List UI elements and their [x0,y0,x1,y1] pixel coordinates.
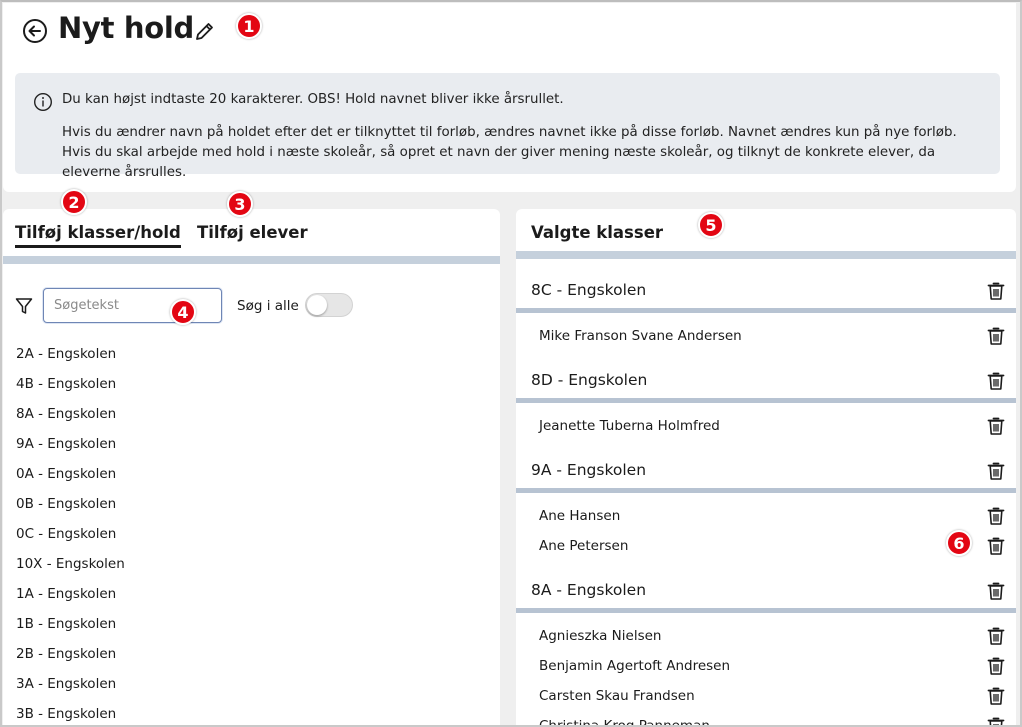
search-input[interactable] [43,288,222,323]
student-row: Christina Krog Panneman [516,711,1016,727]
panel-separator [3,256,500,264]
group-name: 8D - Engskolen [531,371,648,389]
info-text-limit: Du kan højst indtaste 20 karakterer. OBS… [62,92,564,107]
search-all-label: Søg i alle [237,298,299,314]
tab-add-students[interactable]: Tilføj elever [197,223,308,245]
callout-badge-5: 5 [698,212,724,238]
class-list-item[interactable]: 9A - Engskolen [16,429,125,459]
trash-icon[interactable] [987,416,1005,436]
trash-icon[interactable] [987,281,1005,301]
student-name: Jeanette Tuberna Holmfred [539,418,720,434]
student-row: Mike Franson Svane Andersen [516,321,1016,351]
selected-panel: Valgte klasser 8C - Engskolen Mike Franso… [516,209,1016,727]
group-header: 8A - Engskolen [516,567,1016,613]
info-box: Du kan højst indtaste 20 karakterer. OBS… [15,73,1000,180]
student-row: Jeanette Tuberna Holmfred [516,411,1016,441]
group-name: 9A - Engskolen [531,461,647,479]
callout-badge-1: 1 [236,13,262,39]
class-list: 2A - Engskolen 4B - Engskolen 8A - Engskol… [16,339,125,727]
selected-classes-title: Valgte klasser [531,223,664,242]
trash-icon[interactable] [987,536,1005,556]
group-header: 8D - Engskolen [516,357,1016,403]
callout-badge-6: 6 [946,530,972,556]
class-list-item[interactable]: 2A - Engskolen [16,339,125,369]
student-row: Agnieszka Nielsen [516,621,1016,651]
group-header: 8C - Engskolen [516,267,1016,313]
pencil-icon[interactable] [193,19,217,43]
class-list-item[interactable]: 0B - Engskolen [16,489,125,519]
group-header: 9A - Engskolen [516,447,1016,493]
group-divider [516,308,1016,313]
group-name: 8A - Engskolen [531,581,647,599]
group-name: 8C - Engskolen [531,281,647,299]
back-arrow-icon[interactable] [21,17,49,45]
panel-separator [516,251,1016,259]
toggle-knob [307,295,327,315]
class-list-item[interactable]: 1B - Engskolen [16,609,125,639]
student-name: Benjamin Agertoft Andresen [539,658,731,674]
group-students: Jeanette Tuberna Holmfred [516,403,1016,447]
class-list-item[interactable]: 1A - Engskolen [16,579,125,609]
group-students: Ane Hansen Ane Petersen [516,493,1016,567]
trash-icon[interactable] [987,506,1005,526]
header-section: Nyt hold Du kan højst indtaste 20 karakt… [3,3,1016,192]
trash-icon[interactable] [987,716,1005,727]
class-list-item[interactable]: 0A - Engskolen [16,459,125,489]
student-row: Ane Petersen [516,531,1016,561]
class-list-item[interactable]: 0C - Engskolen [16,519,125,549]
selected-groups: 8C - Engskolen Mike Franson Svane Anderse… [516,267,1016,727]
student-row: Carsten Skau Frandsen [516,681,1016,711]
tab-add-classes[interactable]: Tilføj klasser/hold [15,223,181,248]
student-name: Christina Krog Panneman [539,718,710,727]
student-name: Ane Petersen [539,538,629,554]
info-text-rename: Hvis du ændrer navn på holdet efter det … [62,125,957,180]
trash-icon[interactable] [987,626,1005,646]
student-name: Agnieszka Nielsen [539,628,662,644]
trash-icon[interactable] [987,686,1005,706]
group-divider [516,398,1016,403]
search-all-toggle[interactable] [305,293,353,317]
trash-icon[interactable] [987,656,1005,676]
trash-icon[interactable] [987,371,1005,391]
class-list-item[interactable]: 10X - Engskolen [16,549,125,579]
callout-badge-3: 3 [227,191,253,217]
trash-icon[interactable] [987,461,1005,481]
class-list-item[interactable]: 3B - Engskolen [16,699,125,727]
group-divider [516,488,1016,493]
group-students: Agnieszka Nielsen Benjamin Agertoft Andre… [516,613,1016,727]
class-list-item[interactable]: 8A - Engskolen [16,399,125,429]
trash-icon[interactable] [987,326,1005,346]
class-list-item[interactable]: 2B - Engskolen [16,639,125,669]
page-title: Nyt hold [58,11,195,45]
callout-badge-4: 4 [170,299,196,325]
student-row: Ane Hansen [516,501,1016,531]
group-divider [516,608,1016,613]
info-icon [33,92,53,112]
student-row: Benjamin Agertoft Andresen [516,651,1016,681]
student-name: Carsten Skau Frandsen [539,688,695,704]
add-panel: Tilføj klasser/hold Tilføj elever Søg i … [3,209,500,727]
filter-icon[interactable] [14,296,34,316]
group-students: Mike Franson Svane Andersen [516,313,1016,357]
student-name: Ane Hansen [539,508,621,524]
callout-badge-2: 2 [61,189,87,215]
student-name: Mike Franson Svane Andersen [539,328,742,344]
trash-icon[interactable] [987,581,1005,601]
class-list-item[interactable]: 3A - Engskolen [16,669,125,699]
class-list-item[interactable]: 4B - Engskolen [16,369,125,399]
